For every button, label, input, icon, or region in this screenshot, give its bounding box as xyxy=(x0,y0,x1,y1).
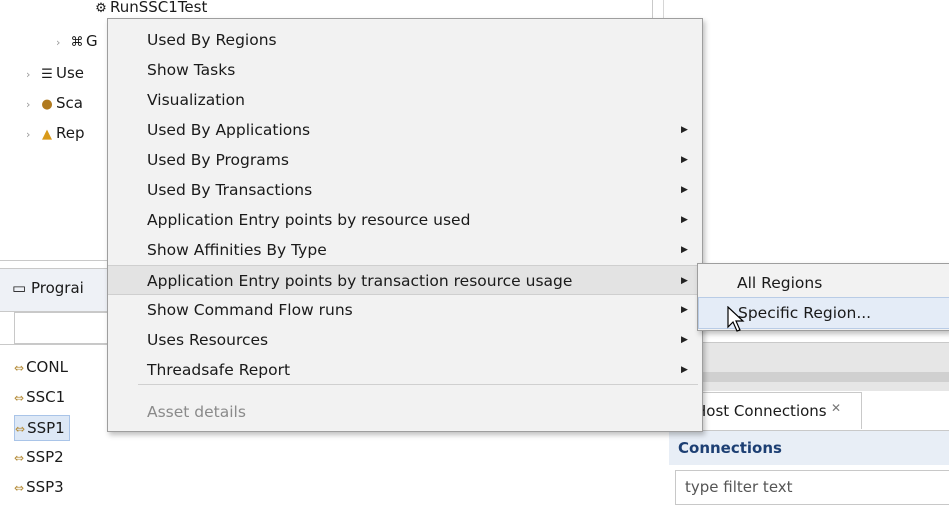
report-icon: ▲ xyxy=(42,127,52,142)
menu-item-used-by-programs[interactable]: Used By Programs ▶ xyxy=(108,145,702,175)
program-icon: ⇔ xyxy=(15,422,26,436)
menu-item-used-by-regions[interactable]: Used By Regions xyxy=(108,25,702,55)
submenu-arrow-icon: ▶ xyxy=(681,305,688,315)
tree-item[interactable]: ⚙ RunSSC1Test xyxy=(92,0,207,20)
chevron-right-icon[interactable]: › xyxy=(26,122,38,148)
submenu-arrow-icon: ▶ xyxy=(681,276,688,286)
mouse-pointer-icon xyxy=(727,305,745,338)
list-item-selected[interactable]: ⇔ SSP1 xyxy=(14,415,70,441)
menu-item-threadsafe-report[interactable]: Threadsafe Report ▶ xyxy=(108,355,702,385)
program-icon: ⇔ xyxy=(14,481,25,495)
panel-title: ▭ Prograi xyxy=(12,279,84,297)
menu-item-uses-resources[interactable]: Uses Resources ▶ xyxy=(108,325,702,355)
menu-item-used-by-transactions[interactable]: Used By Transactions ▶ xyxy=(108,175,702,205)
list-item[interactable]: ⇔ SSP2 xyxy=(14,445,64,469)
tab-host-connections[interactable]: Host Connections ✕ xyxy=(690,392,862,429)
submenu-arrow-icon: ▶ xyxy=(681,125,688,135)
menu-item-entry-points-by-transaction[interactable]: Application Entry points by transaction … xyxy=(108,265,702,295)
tree-item[interactable]: › ☰ Use xyxy=(26,60,84,86)
tree-item[interactable]: › ▲ Rep xyxy=(26,120,85,146)
menu-item-show-command-flow[interactable]: Show Command Flow runs ▶ xyxy=(108,295,702,325)
connections-filter-input[interactable]: type filter text xyxy=(675,470,949,505)
chevron-right-icon[interactable]: › xyxy=(56,30,68,56)
list-item[interactable]: ⇔ SSC1 xyxy=(14,385,65,409)
menu-item-visualization[interactable]: Visualization xyxy=(108,85,702,115)
submenu-arrow-icon: ▶ xyxy=(681,155,688,165)
program-icon: ⇔ xyxy=(14,361,25,375)
menu-item-used-by-applications[interactable]: Used By Applications ▶ xyxy=(108,115,702,145)
menu-item-asset-details: Asset details xyxy=(147,403,246,421)
close-icon[interactable]: ✕ xyxy=(831,401,841,415)
panel-icon: ▭ xyxy=(12,279,31,297)
tree-item[interactable]: › ● Sca xyxy=(26,90,83,116)
menu-item-entry-points-by-resource[interactable]: Application Entry points by resource use… xyxy=(108,205,702,235)
list-item[interactable]: ⇔ CONL xyxy=(14,355,68,379)
context-menu: Used By Regions Show Tasks Visualization… xyxy=(107,18,703,432)
program-icon: ⇔ xyxy=(14,451,25,465)
submenu-arrow-icon: ▶ xyxy=(681,215,688,225)
submenu-arrow-icon: ▶ xyxy=(681,245,688,255)
chevron-right-icon[interactable]: › xyxy=(26,62,38,88)
menu-item-show-affinities[interactable]: Show Affinities By Type ▶ xyxy=(108,235,702,265)
submenu-item-all-regions[interactable]: All Regions xyxy=(698,268,949,298)
menu-separator xyxy=(138,384,698,385)
connections-section-header[interactable]: Connections xyxy=(669,430,949,465)
submenu-arrow-icon: ▶ xyxy=(681,335,688,345)
list-icon: ☰ xyxy=(41,67,53,82)
chevron-right-icon[interactable]: › xyxy=(26,92,38,118)
submenu-arrow-icon: ▶ xyxy=(681,185,688,195)
list-item[interactable]: ⇔ SSP3 xyxy=(14,475,64,499)
scan-icon: ● xyxy=(41,97,53,112)
menu-item-show-tasks[interactable]: Show Tasks xyxy=(108,55,702,85)
submenu-arrow-icon: ▶ xyxy=(681,365,688,375)
tree-icon: ⌘ xyxy=(70,35,84,50)
tree-item[interactable]: › ⌘ G xyxy=(56,28,98,54)
program-icon: ⇔ xyxy=(14,391,25,405)
